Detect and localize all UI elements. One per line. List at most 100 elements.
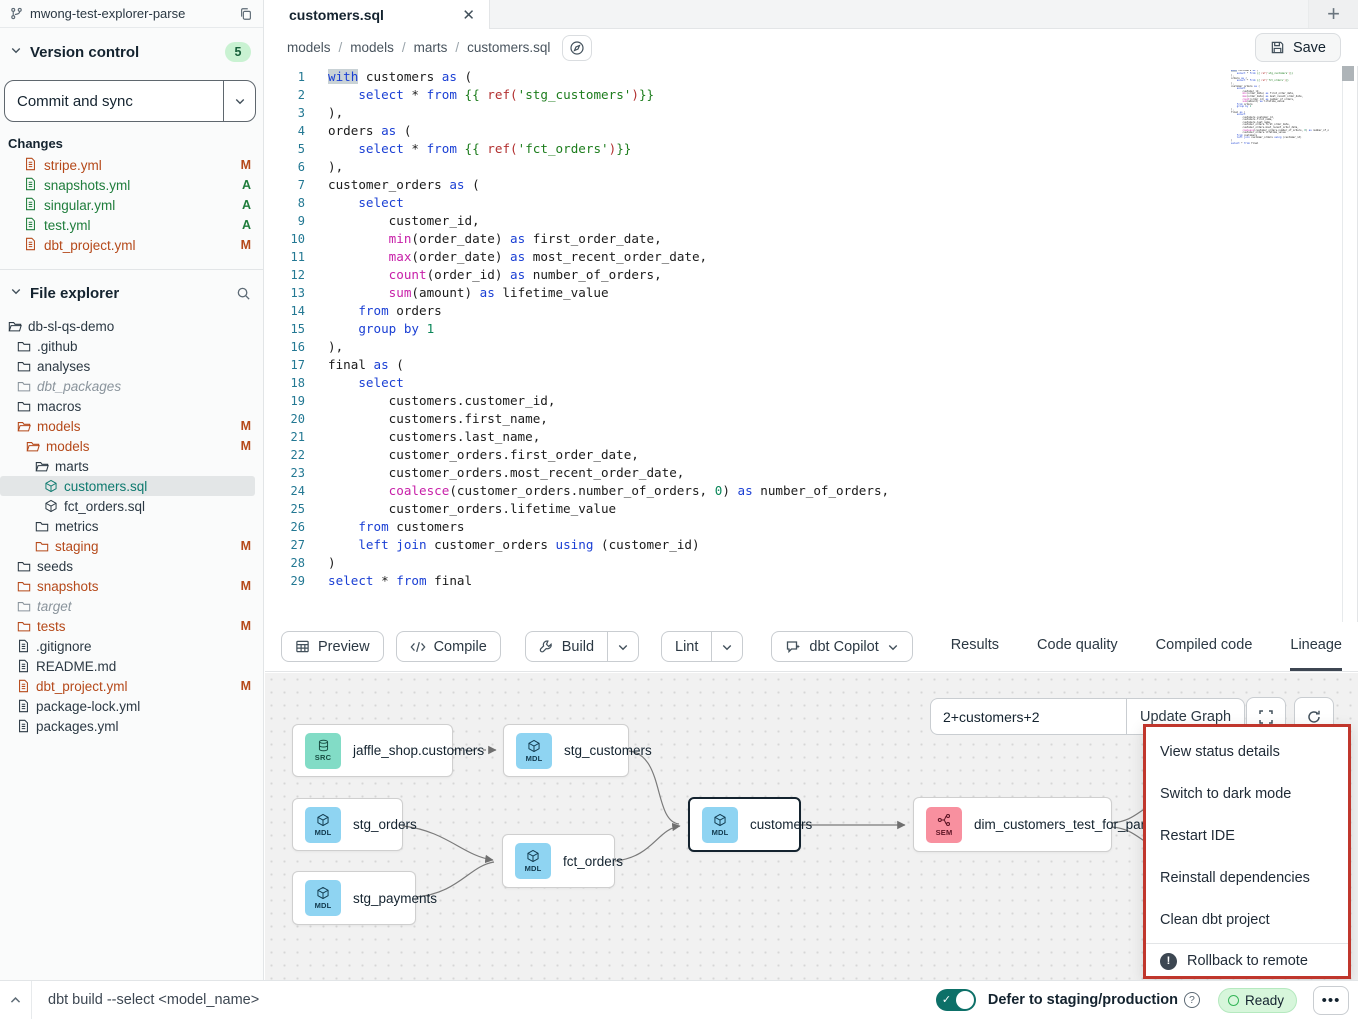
tree-item-fct-orders-sql[interactable]: fct_orders.sql — [0, 496, 255, 516]
tree-item-tests[interactable]: testsM — [0, 616, 255, 636]
file-icon — [24, 217, 37, 234]
code-editor[interactable]: 1with customers as (2 select * from {{ r… — [265, 66, 1358, 622]
lint-options-chevron[interactable] — [711, 632, 742, 661]
line-number: 28 — [265, 554, 305, 572]
tree-item--gitignore[interactable]: .gitignore — [0, 636, 255, 656]
code-token: 1 — [427, 321, 435, 336]
code-token: }} — [1290, 72, 1293, 75]
editor-scrollbar[interactable] — [1342, 66, 1354, 81]
code-token: from — [358, 303, 388, 318]
close-tab-icon[interactable]: ✕ — [462, 6, 475, 24]
tree-item-metrics[interactable]: metrics — [0, 516, 255, 536]
folder-icon — [17, 620, 31, 633]
file-icon — [24, 157, 37, 174]
file-icon — [17, 639, 30, 653]
save-label: Save — [1293, 40, 1326, 56]
breadcrumb-marts[interactable]: marts — [414, 40, 448, 55]
tree-item-staging[interactable]: stagingM — [0, 536, 255, 556]
tab-lineage[interactable]: Lineage — [1290, 622, 1342, 671]
commit-and-sync-button[interactable]: Commit and sync — [4, 80, 256, 122]
file-tree: db-sl-qs-demo.githubanalysesdbt_packages… — [0, 310, 263, 736]
lineage-selector-input[interactable] — [930, 698, 1126, 735]
tree-item-seeds[interactable]: seeds — [0, 556, 255, 576]
file-explorer-header[interactable]: File explorer — [0, 270, 263, 310]
tree-item-customers-sql[interactable]: customers.sql — [0, 476, 255, 496]
tab-customers-sql[interactable]: customers.sql ✕ — [265, 0, 490, 29]
tree-item-dbt-packages[interactable]: dbt_packages — [0, 376, 255, 396]
lineage-node-customers[interactable]: MDLcustomers — [688, 797, 801, 852]
compile-button[interactable]: Compile — [396, 631, 501, 662]
commit-options-chevron[interactable] — [223, 81, 255, 121]
lineage-node-fct_orders[interactable]: MDLfct_orders — [502, 834, 615, 888]
tree-item-dbt-project-yml[interactable]: dbt_project.ymlM — [0, 676, 255, 696]
breadcrumb-customers-sql[interactable]: customers.sql — [467, 40, 550, 55]
change-row-snapshots.yml[interactable]: snapshots.ymlA — [0, 175, 263, 195]
code-token: orders — [328, 123, 381, 138]
tree-item-snapshots[interactable]: snapshotsM — [0, 576, 255, 596]
tree-item-macros[interactable]: macros — [0, 396, 255, 416]
version-control-header[interactable]: Version control 5 — [0, 28, 263, 70]
tree-item-analyses[interactable]: analyses — [0, 356, 255, 376]
line-content: count(order_id) as number_of_orders, — [305, 266, 662, 284]
lineage-node-dim[interactable]: SEMdim_customers_test_for_parse — [913, 797, 1112, 852]
more-options-button[interactable]: ••• — [1313, 986, 1349, 1015]
tree-item--github[interactable]: .github — [0, 336, 255, 356]
change-row-test.yml[interactable]: test.ymlA — [0, 215, 263, 235]
menu-item-reinstall-dependencies[interactable]: Reinstall dependencies — [1146, 857, 1348, 899]
change-row-stripe.yml[interactable]: stripe.ymlM — [0, 155, 263, 175]
save-icon — [1270, 40, 1285, 55]
line-content: final as ( — [305, 356, 404, 374]
tab-code-quality[interactable]: Code quality — [1037, 622, 1118, 671]
search-icon[interactable] — [236, 286, 251, 301]
menu-item-restart-ide[interactable]: Restart IDE — [1146, 815, 1348, 857]
change-row-singular.yml[interactable]: singular.ymlA — [0, 195, 263, 215]
tab-compiled-code[interactable]: Compiled code — [1156, 622, 1253, 671]
menu-item-rollback-to-remote[interactable]: ! Rollback to remote — [1146, 946, 1348, 976]
tree-item-marts[interactable]: marts — [0, 456, 255, 476]
build-button[interactable]: Build — [526, 632, 607, 661]
build-options-chevron[interactable] — [607, 632, 638, 661]
tab-results[interactable]: Results — [951, 622, 999, 671]
line-number: 7 — [265, 176, 305, 194]
tree-item-package-lock-yml[interactable]: package-lock.yml — [0, 696, 255, 716]
tree-item-models[interactable]: modelsM — [0, 416, 255, 436]
code-token: * — [404, 141, 427, 156]
change-row-dbt_project.yml[interactable]: dbt_project.ymlM — [0, 235, 263, 255]
node-label: fct_orders — [563, 854, 623, 869]
code-token: * — [404, 87, 427, 102]
editor-minimap[interactable]: with customers as ( select * from {{ ref… — [1229, 70, 1329, 190]
lineage-node-jaffle[interactable]: SRCjaffle_shop.customers — [292, 724, 453, 777]
menu-item-switch-to-dark-mode[interactable]: Switch to dark mode — [1146, 773, 1348, 815]
tree-item-packages-yml[interactable]: packages.yml — [0, 716, 255, 736]
menu-item-clean-dbt-project[interactable]: Clean dbt project — [1146, 899, 1348, 941]
lint-button[interactable]: Lint — [662, 632, 711, 661]
tree-item-models[interactable]: modelsM — [0, 436, 255, 456]
preview-button[interactable]: Preview — [281, 631, 384, 662]
status-ring-icon — [1228, 995, 1239, 1006]
lineage-node-stg_customers[interactable]: MDLstg_customers — [503, 724, 629, 777]
defer-toggle[interactable]: ✓ — [936, 989, 976, 1011]
breadcrumb-models[interactable]: models — [350, 40, 394, 55]
code-token: first_order_date, — [525, 231, 661, 246]
line-content: select * from {{ ref('fct_orders')}} — [305, 140, 631, 158]
command-input[interactable]: dbt build --select <model_name> — [32, 992, 936, 1008]
tree-item-readme-md[interactable]: README.md — [0, 656, 255, 676]
lineage-node-stg_payments[interactable]: MDLstg_payments — [292, 871, 416, 925]
expand-command-bar-icon[interactable] — [0, 981, 32, 1019]
tree-item-db-sl-qs-demo[interactable]: db-sl-qs-demo — [0, 316, 255, 336]
line-content: ), — [305, 158, 343, 176]
dbt-copilot-button[interactable]: dbt Copilot — [771, 631, 912, 662]
ready-status-badge[interactable]: Ready — [1218, 988, 1297, 1013]
navigate-icon[interactable] — [562, 35, 592, 61]
new-tab-button[interactable]: + — [1308, 0, 1358, 28]
lineage-node-stg_orders[interactable]: MDLstg_orders — [292, 798, 403, 851]
save-button[interactable]: Save — [1255, 33, 1341, 62]
tree-item-target[interactable]: target — [0, 596, 255, 616]
copy-icon[interactable] — [239, 7, 253, 21]
breadcrumb-models[interactable]: models — [287, 40, 331, 55]
line-number: 6 — [265, 158, 305, 176]
menu-item-view-status-details[interactable]: View status details — [1146, 731, 1348, 773]
line-content: ) — [305, 554, 336, 572]
help-icon[interactable]: ? — [1184, 992, 1200, 1008]
code-token: lifetime_value — [1263, 100, 1285, 103]
